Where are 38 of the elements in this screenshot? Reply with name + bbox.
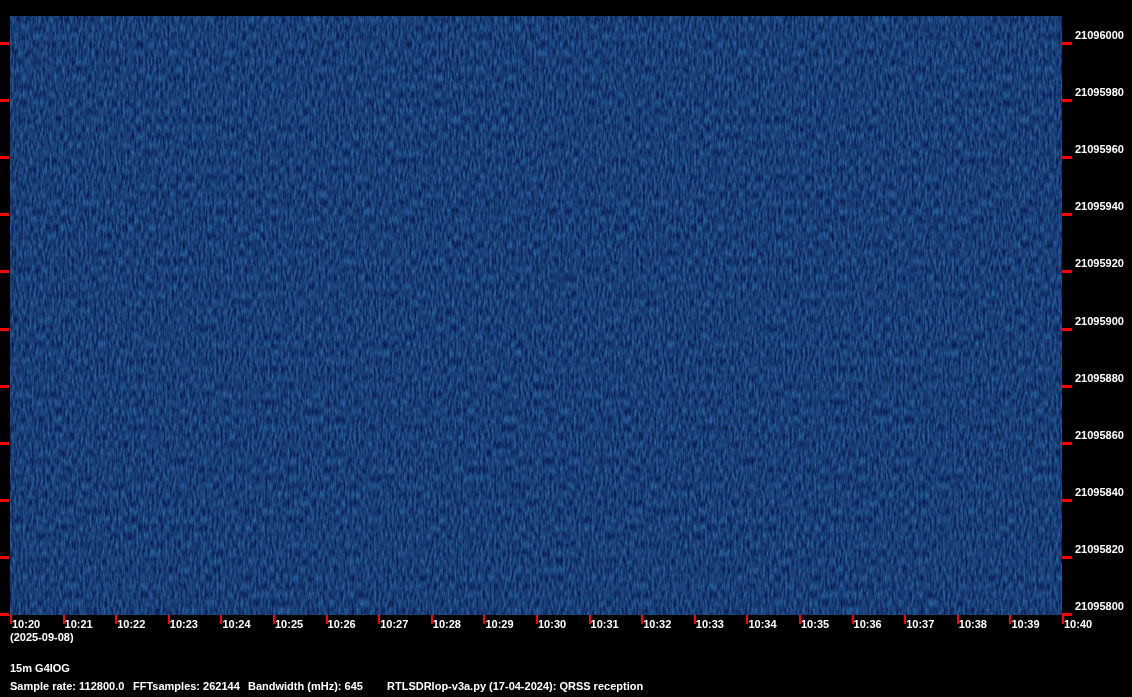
bandwidth-text: Bandwidth (mHz): 645 [248, 680, 364, 693]
frequency-label: 21095860 [1075, 428, 1124, 442]
time-label: 10:28 [432, 618, 461, 631]
time-label: 10:40 [1064, 618, 1093, 631]
time-label: 10:21 [64, 618, 93, 631]
time-label: 10:39 [1011, 618, 1040, 631]
station-title: 15m G4IOG [10, 662, 71, 675]
time-label: 10:36 [853, 618, 882, 631]
frequency-label: 21095820 [1075, 542, 1124, 556]
time-label: 10:23 [169, 618, 198, 631]
time-label: 10:35 [801, 618, 830, 631]
time-label: 10:33 [695, 618, 724, 631]
fft-samples-text: FFTsamples: 262144 [133, 680, 241, 693]
frequency-label: 21095800 [1075, 600, 1124, 613]
sample-rate-text: Sample rate: 112800.0 [10, 680, 126, 693]
frequency-label: 21095840 [1075, 485, 1124, 499]
frequency-label: 21095900 [1075, 314, 1124, 328]
frequency-label: 21095880 [1075, 371, 1124, 385]
time-label: 10:31 [590, 618, 619, 631]
time-label: 10:22 [117, 618, 146, 631]
frequency-label: 21095980 [1075, 86, 1124, 100]
frequency-label: 21095960 [1075, 143, 1124, 157]
time-label: 10:34 [748, 618, 777, 631]
time-label: 10:20 [12, 618, 41, 631]
time-label: 10:29 [485, 618, 514, 631]
time-label: 10:32 [643, 618, 672, 631]
time-label: 10:26 [327, 618, 356, 631]
time-label: 10:37 [906, 618, 935, 631]
frequency-label: 21096000 [1075, 29, 1124, 42]
time-label: 10:25 [275, 618, 304, 631]
frequency-label: 21095940 [1075, 200, 1124, 214]
time-label: 10:30 [538, 618, 567, 631]
program-text: RTLSDRlop-v3a.py (17-04-2024): QRSS reception [387, 680, 645, 693]
time-label: 10:27 [380, 618, 409, 631]
time-label: 10:24 [222, 618, 251, 631]
date-label: (2025-09-08) [10, 631, 75, 644]
time-label: 10:38 [958, 618, 987, 631]
frequency-label: 21095920 [1075, 257, 1124, 271]
